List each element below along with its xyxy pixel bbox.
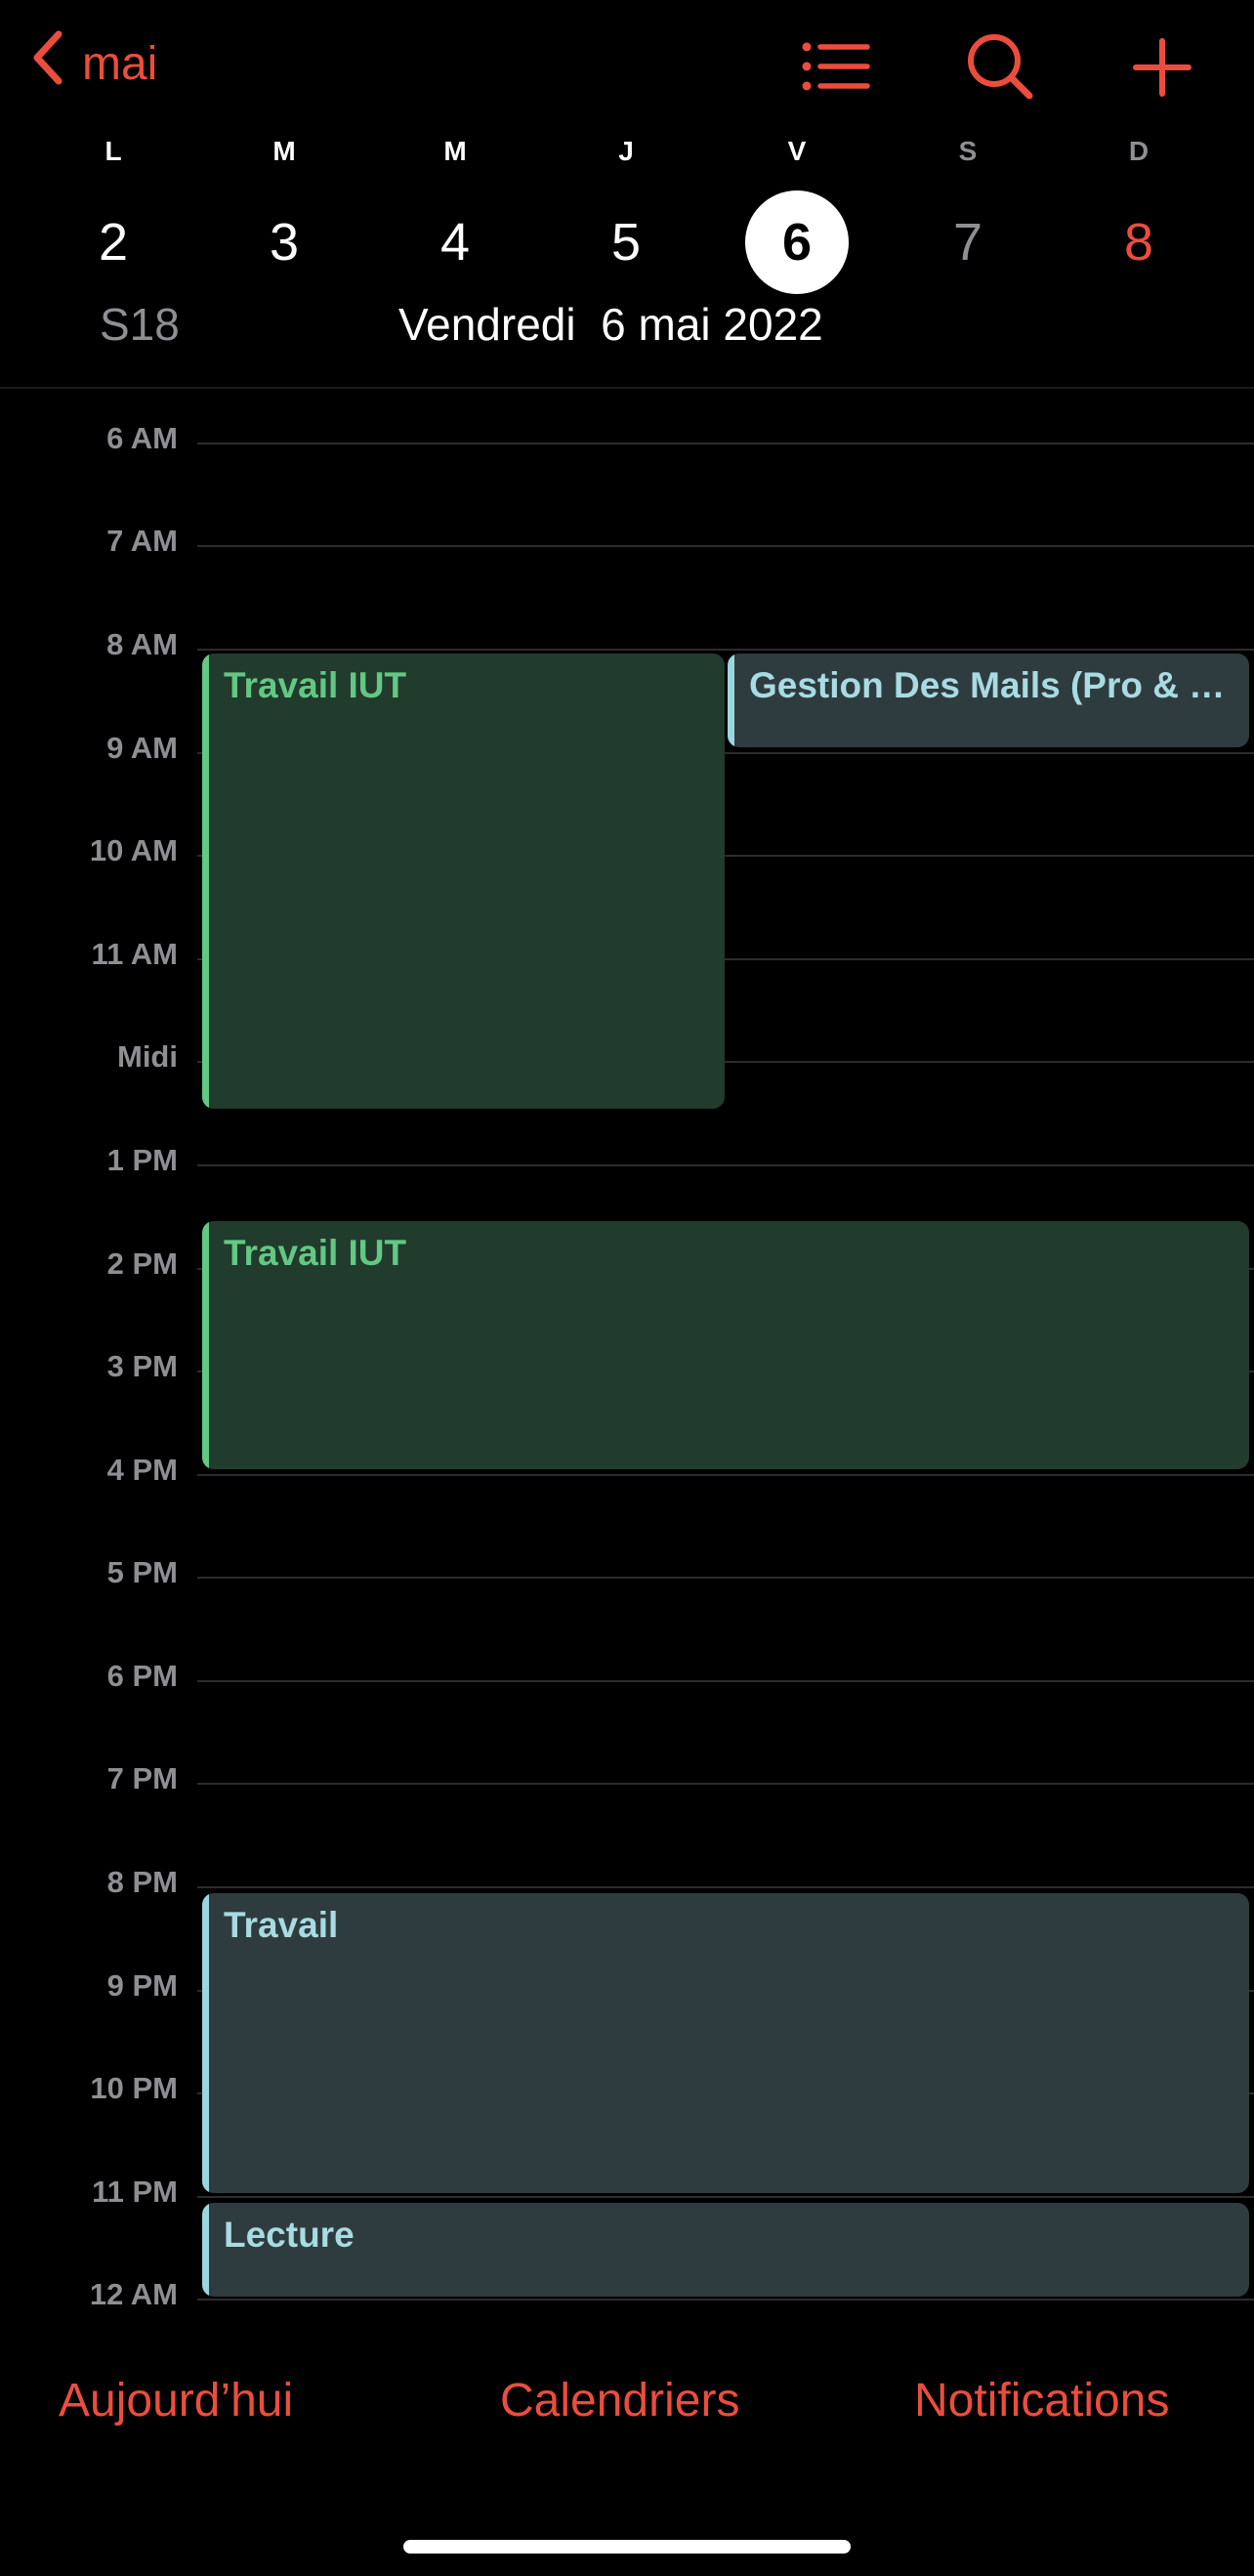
week-number-label: S18 (100, 299, 180, 350)
hour-row: 5 PM (0, 1555, 1254, 1589)
day-wednesday[interactable]: M 4 (397, 132, 514, 294)
event-title: Lecture (224, 2215, 355, 2255)
hour-gridline (197, 649, 1254, 651)
hour-row: 7 PM (0, 1761, 1254, 1795)
hour-gridline (197, 2299, 1254, 2301)
hour-gridline (197, 1783, 1254, 1785)
hour-label: 2 PM (106, 1246, 178, 1281)
hour-gridline (197, 443, 1254, 444)
back-label: mai (82, 37, 158, 90)
day-number[interactable]: 5 (574, 190, 678, 294)
weekday-letter: V (787, 136, 807, 166)
hour-gridline (197, 1474, 1254, 1476)
hour-label: 6 PM (106, 1659, 178, 1693)
weekday-letter: D (1128, 136, 1150, 166)
hour-gridline (197, 1164, 1254, 1166)
hour-label: 10 PM (90, 2071, 178, 2105)
hour-gridline (197, 1680, 1254, 1682)
hour-label: 3 PM (106, 1349, 178, 1383)
event-title: Travail (224, 1905, 339, 1945)
calendar-color-bar (202, 1221, 209, 1469)
add-event-button[interactable] (1123, 29, 1201, 104)
hour-label: 7 PM (106, 1761, 178, 1795)
day-thursday[interactable]: J 5 (567, 132, 685, 294)
home-indicator[interactable] (403, 2540, 851, 2554)
week-strip: L 2 M 3 M 4 J 5 V 6 S 7 D 8 S18 Vendredi… (0, 132, 1254, 386)
weekday-letter: J (618, 136, 634, 166)
day-saturday[interactable]: S 7 (909, 132, 1026, 294)
calendar-color-bar (202, 654, 209, 1109)
event-title: Travail IUT (224, 665, 407, 705)
hour-label: 11 AM (91, 937, 178, 971)
day-tuesday[interactable]: M 3 (226, 132, 343, 294)
calendar-color-bar (728, 654, 734, 747)
day-sunday[interactable]: D 8 (1080, 132, 1197, 294)
day-number[interactable]: 3 (232, 190, 336, 294)
bottom-toolbar: Aujourd’hui Calendriers Notifications (0, 2374, 1254, 2452)
day-number[interactable]: 8 (1087, 190, 1191, 294)
today-button[interactable]: Aujourd’hui (59, 2374, 293, 2428)
notifications-button[interactable]: Notifications (914, 2374, 1169, 2428)
search-button[interactable] (961, 29, 1039, 104)
hour-row: 1 PM (0, 1143, 1254, 1177)
weekday-letter: M (272, 136, 296, 166)
hour-row: 6 PM (0, 1659, 1254, 1693)
hour-label: 7 AM (106, 524, 178, 558)
event-travail-iut-morning[interactable]: Travail IUT (202, 654, 725, 1109)
hour-label: 11 PM (92, 2175, 178, 2209)
hour-row: 8 AM (0, 627, 1254, 661)
back-to-month-button[interactable]: mai (29, 29, 157, 98)
calendar-color-bar (202, 2203, 209, 2297)
hour-gridline (197, 1886, 1254, 1888)
selected-date-label: Vendredi 6 mai 2022 (398, 299, 823, 350)
event-title: Gestion Des Mails (Pro & Perso) (749, 665, 1233, 705)
event-lecture[interactable]: Lecture (202, 2203, 1249, 2297)
hour-row: 12 AM (0, 2277, 1254, 2311)
hour-gridline (197, 545, 1254, 547)
hour-label: 5 PM (106, 1555, 178, 1589)
hour-row: 6 AM (0, 421, 1254, 455)
hour-row: 11 PM (0, 2175, 1254, 2209)
event-gestion-des-mails[interactable]: Gestion Des Mails (Pro & Perso) (728, 654, 1249, 747)
hour-label: 12 AM (89, 2277, 178, 2311)
chevron-left-icon (29, 28, 68, 99)
hour-label: 8 PM (106, 1865, 178, 1899)
event-travail-iut-afternoon[interactable]: Travail IUT (202, 1221, 1249, 1469)
event-title: Travail IUT (224, 1233, 407, 1273)
list-icon (797, 29, 875, 104)
nav-bar: mai (0, 0, 1254, 132)
hour-label: 1 PM (106, 1143, 178, 1177)
calendar-day-view: mai L 2 M 3 M 4 J 5 V 6 S 7 D 8 S18 Vend… (0, 0, 1254, 2576)
day-timeline[interactable]: 6 AM 7 AM 8 AM 9 AM 10 AM 11 AM Midi 1 P… (0, 389, 1254, 2343)
day-monday[interactable]: L 2 (55, 132, 172, 294)
hour-label: 9 AM (106, 731, 178, 765)
weekday-letter: M (443, 136, 467, 166)
hour-gridline (197, 1577, 1254, 1579)
hour-gridline (197, 2196, 1254, 2198)
hour-label: 9 PM (106, 1968, 178, 2003)
day-number[interactable]: 2 (62, 190, 165, 294)
weekday-letter: L (104, 136, 122, 166)
plus-icon (1123, 29, 1201, 104)
hour-label: 8 AM (106, 627, 178, 661)
hour-row: 8 PM (0, 1865, 1254, 1899)
hour-row: 7 AM (0, 524, 1254, 558)
hour-row: 4 PM (0, 1453, 1254, 1487)
calendar-color-bar (202, 1893, 209, 2193)
event-travail[interactable]: Travail (202, 1893, 1249, 2193)
hour-label: 10 AM (89, 833, 178, 867)
day-number[interactable]: 7 (916, 190, 1020, 294)
day-friday[interactable]: V 6 (738, 132, 856, 294)
search-icon (961, 29, 1039, 104)
calendars-button[interactable]: Calendriers (500, 2374, 739, 2428)
day-number[interactable]: 4 (403, 190, 507, 294)
hour-label: 4 PM (106, 1453, 178, 1487)
hour-label: 6 AM (106, 421, 178, 455)
hour-label: Midi (117, 1039, 178, 1074)
list-view-button[interactable] (797, 29, 875, 104)
weekday-letter: S (958, 136, 978, 166)
selected-day-number[interactable]: 6 (745, 190, 849, 294)
